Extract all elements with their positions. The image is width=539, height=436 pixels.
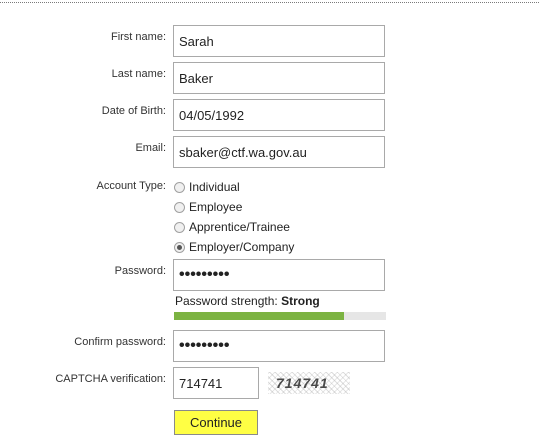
password-strength-text: Password strength: Strong xyxy=(175,294,320,308)
password-strength-meter xyxy=(174,312,386,320)
continue-button[interactable]: Continue xyxy=(174,410,258,435)
radio-button[interactable] xyxy=(174,241,185,253)
captcha-input[interactable] xyxy=(173,367,259,399)
account-type-option-individual[interactable]: Individual xyxy=(174,177,294,197)
account-type-radio-group: Individual Employee Apprentice/Trainee E… xyxy=(174,177,294,257)
account-type-label: Account Type: xyxy=(96,180,166,192)
radio-button[interactable] xyxy=(174,221,185,233)
first-name-field[interactable] xyxy=(173,25,385,57)
confirm-password-label: Confirm password: xyxy=(74,336,166,348)
last-name-field[interactable] xyxy=(173,62,385,94)
option-label: Employee xyxy=(189,200,243,214)
radio-button[interactable] xyxy=(174,181,185,193)
captcha-image-text: 714741 xyxy=(276,375,329,391)
dob-label: Date of Birth: xyxy=(101,105,166,117)
option-label: Apprentice/Trainee xyxy=(189,220,290,234)
account-type-option-employer[interactable]: Employer/Company xyxy=(174,237,294,257)
captcha-image: 714741 xyxy=(268,372,350,394)
dob-field[interactable] xyxy=(173,99,385,131)
confirm-password-field[interactable] xyxy=(173,330,385,362)
password-label: Password: xyxy=(114,265,166,277)
account-type-option-employee[interactable]: Employee xyxy=(174,197,294,217)
captcha-label: CAPTCHA verification: xyxy=(55,373,166,385)
option-label: Individual xyxy=(189,180,240,194)
radio-button[interactable] xyxy=(174,201,185,213)
account-type-option-apprentice[interactable]: Apprentice/Trainee xyxy=(174,217,294,237)
top-divider xyxy=(0,2,539,3)
password-strength-value: Strong xyxy=(281,294,320,308)
email-field[interactable] xyxy=(173,136,385,168)
password-field[interactable] xyxy=(173,259,385,291)
password-strength-label: Password strength: xyxy=(175,294,278,308)
email-label: Email: xyxy=(135,142,166,154)
first-name-label: First name: xyxy=(110,31,166,43)
password-strength-fill xyxy=(174,312,344,320)
last-name-label: Last name: xyxy=(111,68,166,80)
option-label: Employer/Company xyxy=(189,240,295,254)
